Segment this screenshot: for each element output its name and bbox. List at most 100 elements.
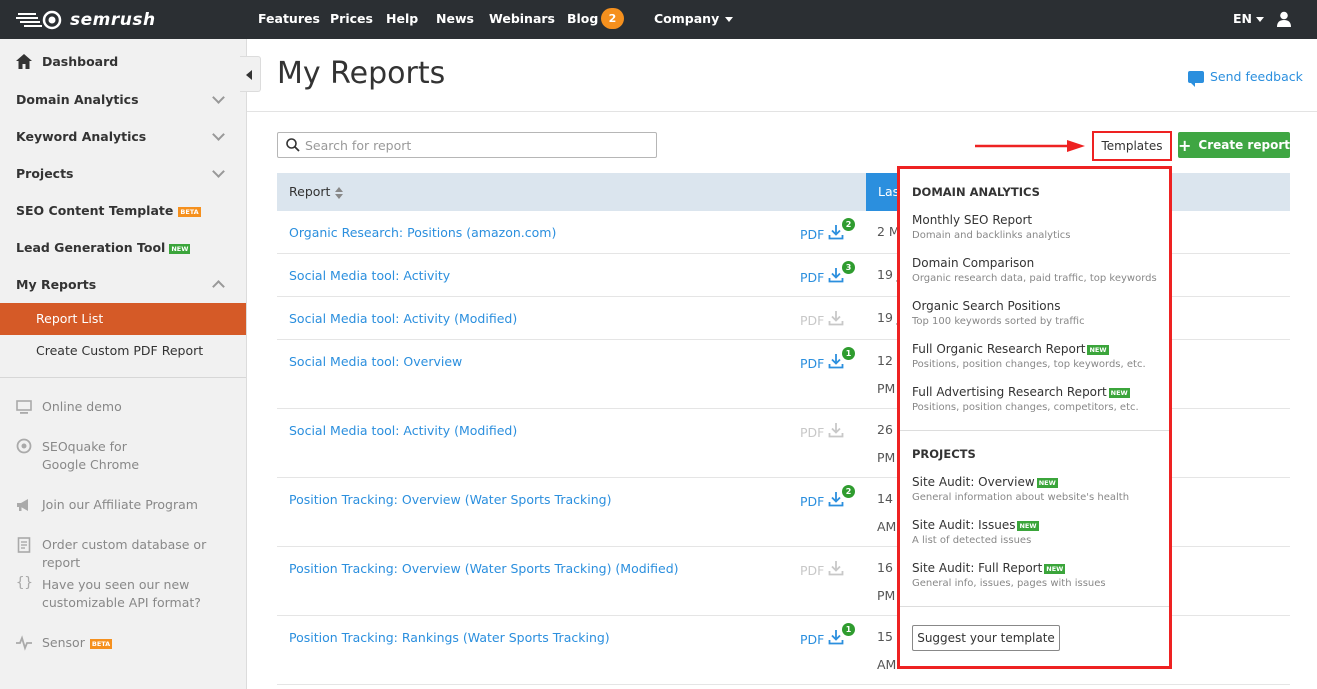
sidebar-divider xyxy=(0,377,246,378)
monitor-icon xyxy=(16,400,32,414)
top-navigation-bar: semrush Features Prices Help News Webina… xyxy=(0,0,1317,39)
report-name-link[interactable]: Social Media tool: Activity (Modified) xyxy=(289,311,517,326)
last-generated-date: 15 S AM xyxy=(877,623,897,679)
nav-prices[interactable]: Prices xyxy=(330,11,373,26)
report-name-link[interactable]: Social Media tool: Activity (Modified) xyxy=(289,423,517,438)
new-badge: NEW xyxy=(1108,387,1130,398)
sidebar-item-my-reports[interactable]: My Reports xyxy=(16,277,96,292)
template-description: Organic research data, paid traffic, top… xyxy=(912,273,1157,284)
megaphone-icon xyxy=(17,499,28,511)
nav-features[interactable]: Features xyxy=(258,11,320,26)
date-line: 26 O xyxy=(877,422,897,437)
last-generated-date: 16 S PM xyxy=(877,554,897,610)
chevron-down-icon[interactable] xyxy=(212,128,225,141)
dropdown-divider xyxy=(900,430,1169,431)
sidebar: Dashboard Domain Analytics Keyword Analy… xyxy=(0,39,247,689)
time-line: PM xyxy=(877,450,896,465)
template-organic-search-positions[interactable]: Organic Search Positions Top 100 keyword… xyxy=(912,299,1162,329)
send-feedback-link[interactable]: Send feedback xyxy=(1188,69,1303,87)
seoquake-icon xyxy=(16,438,32,454)
pdf-link[interactable]: PDF xyxy=(800,270,824,285)
nav-news[interactable]: News xyxy=(436,11,474,26)
section-heading-projects: PROJECTS xyxy=(912,447,976,461)
semrush-logo[interactable]: semrush xyxy=(16,9,156,31)
pdf-link[interactable]: PDF xyxy=(800,356,824,371)
pulse-icon xyxy=(16,635,32,651)
template-monthly-seo-report[interactable]: Monthly SEO Report Domain and backlinks … xyxy=(912,213,1162,243)
nav-company[interactable]: Company xyxy=(654,11,734,26)
sidebar-item-seo-content-template[interactable]: SEO Content Template BETA xyxy=(16,203,201,218)
template-title: Full Advertising Research Report xyxy=(912,385,1107,399)
suggest-template-button[interactable]: Suggest your template xyxy=(912,625,1060,651)
sidebar-link-order-database[interactable]: Order custom database or report xyxy=(42,536,246,572)
sidebar-item-dashboard[interactable]: Dashboard xyxy=(16,54,118,69)
report-name-link[interactable]: Social Media tool: Activity xyxy=(289,268,450,283)
sidebar-item-keyword-analytics[interactable]: Keyword Analytics xyxy=(16,129,146,144)
chevron-up-icon[interactable] xyxy=(212,280,225,293)
sidebar-link-online-demo[interactable]: Online demo xyxy=(42,398,122,416)
braces-icon: {} xyxy=(16,575,33,591)
template-full-advertising-research-report[interactable]: Full Advertising Research Report NEW Posi… xyxy=(912,385,1162,415)
sidebar-item-projects[interactable]: Projects xyxy=(16,166,74,181)
templates-button[interactable]: Templates xyxy=(1092,131,1172,161)
sidebar-item-lead-generation-tool[interactable]: Lead Generation Tool NEW xyxy=(16,240,191,255)
sidebar-collapse-toggle[interactable] xyxy=(240,56,261,92)
nav-webinars[interactable]: Webinars xyxy=(489,11,555,26)
template-title: Site Audit: Full Report xyxy=(912,561,1043,575)
pdf-link[interactable]: PDF xyxy=(800,632,824,647)
new-badge: NEW xyxy=(169,243,191,254)
time-line: PM xyxy=(877,381,896,396)
template-site-audit-issues[interactable]: Site Audit: Issues NEW A list of detected… xyxy=(912,518,1162,548)
report-name-link[interactable]: Position Tracking: Overview (Water Sport… xyxy=(289,492,611,507)
nav-blog[interactable]: Blog xyxy=(567,11,598,26)
sidebar-item-label-line2: customizable API format? xyxy=(42,595,201,610)
template-site-audit-full-report[interactable]: Site Audit: Full Report NEW General info,… xyxy=(912,561,1162,591)
report-name-link[interactable]: Organic Research: Positions (amazon.com) xyxy=(289,225,556,240)
beta-badge: BETA xyxy=(178,206,201,217)
date-line: 12 D xyxy=(877,353,897,368)
create-report-button[interactable]: + Create report xyxy=(1178,132,1290,158)
report-name-link[interactable]: Position Tracking: Rankings (Water Sport… xyxy=(289,630,610,645)
column-header-label: Report xyxy=(289,184,331,199)
search-box xyxy=(277,132,657,158)
user-icon[interactable] xyxy=(1277,11,1291,27)
search-icon xyxy=(286,138,300,152)
template-full-organic-research-report[interactable]: Full Organic Research Report NEW Position… xyxy=(912,342,1162,372)
pdf-link[interactable]: PDF xyxy=(800,494,824,509)
template-description: General information about website's heal… xyxy=(912,492,1130,503)
template-domain-comparison[interactable]: Domain Comparison Organic research data,… xyxy=(912,256,1162,286)
dropdown-divider xyxy=(900,606,1169,607)
sidebar-item-label: Report List xyxy=(36,311,104,326)
last-generated-date: 14 O AM xyxy=(877,485,897,541)
sidebar-item-domain-analytics[interactable]: Domain Analytics xyxy=(16,92,139,107)
pdf-link: PDF xyxy=(800,425,825,440)
sidebar-item-label: My Reports xyxy=(16,277,97,292)
column-header-report[interactable]: Report xyxy=(289,184,344,199)
sidebar-link-affiliate[interactable]: Join our Affiliate Program xyxy=(42,496,198,514)
sidebar-subitem-report-list[interactable]: Report List xyxy=(0,303,246,335)
sidebar-link-api-format[interactable]: Have you seen our new customizable API f… xyxy=(42,576,201,612)
plus-icon: + xyxy=(1178,135,1192,155)
chevron-down-icon[interactable] xyxy=(212,91,225,104)
blog-count-badge: 2 xyxy=(601,8,624,29)
sidebar-link-seoquake[interactable]: SEOquake for Google Chrome xyxy=(42,438,139,474)
report-name-link[interactable]: Social Media tool: Overview xyxy=(289,354,462,369)
sidebar-link-sensor[interactable]: Sensor BETA xyxy=(42,634,113,652)
template-site-audit-overview[interactable]: Site Audit: Overview NEW General informat… xyxy=(912,475,1162,505)
search-input[interactable] xyxy=(305,137,645,153)
report-name-link[interactable]: Position Tracking: Overview (Water Sport… xyxy=(289,561,679,576)
sidebar-subitem-create-custom-pdf[interactable]: Create Custom PDF Report xyxy=(36,343,203,358)
brand-name: semrush xyxy=(70,10,156,30)
download-count-badge: 2 xyxy=(842,485,855,498)
language-selector[interactable]: EN xyxy=(1233,11,1265,26)
nav-company-label: Company xyxy=(654,11,720,26)
date-line: 19 J xyxy=(877,310,897,325)
pdf-link: PDF xyxy=(800,313,825,328)
time-line: AM xyxy=(877,519,897,534)
chevron-down-icon[interactable] xyxy=(212,165,225,178)
pdf-link[interactable]: PDF xyxy=(800,227,824,242)
sidebar-item-label: Order custom database or report xyxy=(42,537,207,570)
nav-help[interactable]: Help xyxy=(386,11,418,26)
template-title: Domain Comparison xyxy=(912,256,1035,270)
sidebar-item-label: Keyword Analytics xyxy=(16,129,147,144)
